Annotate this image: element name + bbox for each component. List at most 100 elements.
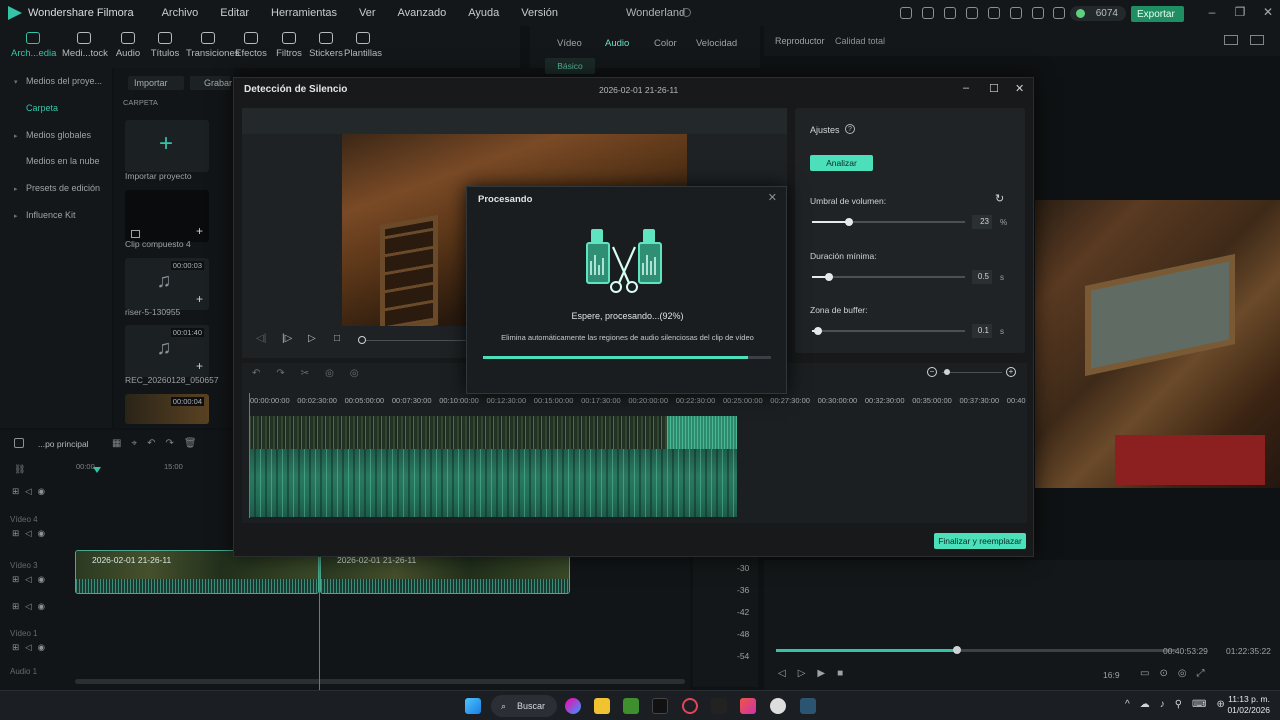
sidebar-item-project-media[interactable]: ▾ Medios del proye... — [14, 76, 102, 86]
add-icon[interactable]: + — [196, 359, 203, 373]
project-info-icon[interactable] — [682, 8, 691, 17]
avatar-icon[interactable] — [1053, 7, 1065, 19]
taskbar-clock[interactable]: 11:13 p. m. 01/02/2026 — [1220, 694, 1270, 716]
home-icon[interactable] — [14, 438, 24, 448]
timeline-playhead[interactable] — [319, 552, 320, 692]
filmora-taskbar-icon[interactable] — [800, 698, 816, 714]
play-icon[interactable]: ▷ — [308, 333, 316, 344]
prev-frame-icon[interactable]: ◁| — [256, 333, 266, 344]
tab-video[interactable]: Vídeo — [557, 38, 582, 49]
menu-editar[interactable]: Editar — [220, 7, 249, 19]
import-project-card[interactable]: + — [125, 120, 209, 172]
zoom-out-icon[interactable]: − — [927, 367, 937, 377]
sidebar-item-cloud-media[interactable]: Medios en la nube — [26, 156, 100, 166]
timeline-tools[interactable]: ▦⌖↶↷🗑 — [112, 438, 207, 449]
credits-badge[interactable]: 6074 — [1070, 6, 1126, 21]
player-transport[interactable]: ◁▷▶■ — [778, 668, 855, 679]
close-icon[interactable]: ✕ — [1015, 82, 1024, 95]
tool-transitions[interactable]: Transiciones — [186, 30, 240, 59]
slider-knob[interactable] — [824, 273, 833, 281]
snapshot-icon[interactable] — [1224, 35, 1238, 45]
timeline-scrollbar[interactable] — [75, 679, 685, 684]
menu-archivo[interactable]: Archivo — [162, 7, 199, 19]
tool-media[interactable]: Arch...edia — [11, 30, 56, 59]
minimize-icon[interactable]: – — [963, 82, 969, 94]
sidebar-item-influence-kit[interactable]: ▸ Influence Kit — [14, 210, 76, 220]
minecraft-icon[interactable] — [623, 698, 639, 714]
send-icon[interactable] — [922, 7, 934, 19]
close-icon[interactable]: ✕ — [768, 191, 777, 204]
track-controls[interactable]: ⊞◁◉ — [12, 574, 51, 585]
opera-icon[interactable] — [682, 698, 698, 714]
zoom-in-icon[interactable]: + — [1006, 367, 1016, 377]
lightbulb-icon[interactable] — [966, 7, 978, 19]
menu-herramientas[interactable]: Herramientas — [271, 7, 337, 19]
playhead-marker-icon[interactable] — [93, 467, 101, 473]
track-controls[interactable]: ⊞◁◉ — [12, 642, 51, 653]
seekbar-knob[interactable] — [953, 646, 961, 654]
sidebar-item-global-media[interactable]: ▸ Medios globales — [14, 130, 91, 140]
add-icon[interactable]: + — [196, 224, 203, 238]
link-icon[interactable]: ⛓ — [14, 464, 25, 475]
tool-stock[interactable]: Medi...tock — [62, 30, 108, 59]
import-button[interactable]: Importar — [128, 76, 184, 90]
slider-knob[interactable] — [814, 327, 823, 335]
media-card-compound[interactable]: + — [125, 190, 209, 242]
zoom-slider[interactable] — [942, 372, 1002, 373]
track-controls[interactable]: ⊞◁◉ — [12, 528, 51, 539]
track-controls[interactable]: ⊞◁◉ — [12, 601, 51, 612]
minimize-icon[interactable]: – — [1206, 6, 1218, 18]
timeline-label[interactable]: ...po principal — [38, 439, 89, 449]
step-play-icon[interactable]: |▷ — [282, 333, 292, 344]
scrub-knob[interactable] — [358, 336, 366, 344]
sidebar-item-presets[interactable]: ▸ Presets de edición — [14, 183, 100, 193]
record-button[interactable]: Grabar — [190, 76, 232, 90]
tab-basico[interactable]: Básico — [545, 58, 595, 74]
track-controls[interactable]: ⊞◁◉ — [12, 486, 51, 497]
dialog-playhead[interactable] — [249, 393, 250, 518]
restore-icon[interactable]: ❐ — [1234, 6, 1246, 18]
menu-ver[interactable]: Ver — [359, 7, 376, 19]
taskbar-search[interactable]: ⌕ Buscar — [491, 695, 557, 717]
menu-version[interactable]: Versión — [521, 7, 558, 19]
maximize-icon[interactable]: ☐ — [989, 82, 999, 95]
min-duration-value[interactable]: 0.5 — [972, 270, 992, 284]
quality-select[interactable]: Calidad total — [835, 36, 885, 46]
tab-color[interactable]: Color — [654, 38, 677, 49]
zoom-knob[interactable] — [944, 369, 950, 375]
screen-icon[interactable] — [944, 7, 956, 19]
finish-replace-button[interactable]: Finalizar y reemplazar — [934, 533, 1026, 549]
cloud-icon[interactable] — [1010, 7, 1022, 19]
analyze-button[interactable]: Analizar — [810, 155, 873, 171]
system-tray-icons[interactable]: ^☁♪⚲⌨⊕ — [1125, 699, 1235, 710]
menu-avanzado[interactable]: Avanzado — [398, 7, 447, 19]
media-card-rec[interactable]: ♫ 00:01:40 + — [125, 325, 209, 377]
tiktok-icon[interactable] — [652, 698, 668, 714]
menu-ayuda[interactable]: Ayuda — [468, 7, 499, 19]
player-extra-tools[interactable]: ▭⊙◎⤢ — [1140, 668, 1215, 679]
player-seekbar[interactable] — [776, 649, 1176, 652]
volume-threshold-value[interactable]: 23 — [972, 215, 992, 229]
help-icon[interactable]: ? — [845, 124, 855, 134]
buffer-zone-slider[interactable] — [812, 330, 965, 332]
aspect-ratio[interactable]: 16:9 — [1103, 670, 1120, 680]
copilot-icon[interactable] — [565, 698, 581, 714]
headset-icon[interactable] — [988, 7, 1000, 19]
app-icon[interactable] — [740, 698, 756, 714]
sidebar-item-folder[interactable]: Carpeta — [26, 103, 58, 113]
windows-start-icon[interactable] — [465, 698, 481, 714]
scrub-track[interactable] — [366, 340, 466, 341]
reset-icon[interactable]: ↻ — [995, 192, 1004, 205]
edit-tools[interactable]: ↶↷✂◎◎ — [252, 368, 375, 379]
tool-titles[interactable]: Títulos — [143, 30, 187, 59]
export-button[interactable]: Exportar — [1131, 6, 1184, 22]
add-icon[interactable]: + — [196, 292, 203, 306]
buffer-zone-value[interactable]: 0.1 — [972, 324, 992, 338]
tool-templates[interactable]: Plantillas — [341, 30, 385, 59]
tab-speed[interactable]: Velocidad — [696, 38, 737, 49]
chrome-icon[interactable] — [770, 698, 786, 714]
gift-icon[interactable] — [900, 7, 912, 19]
grid-icon[interactable] — [1032, 7, 1044, 19]
image-icon[interactable] — [1250, 35, 1264, 45]
min-duration-slider[interactable] — [812, 276, 965, 278]
